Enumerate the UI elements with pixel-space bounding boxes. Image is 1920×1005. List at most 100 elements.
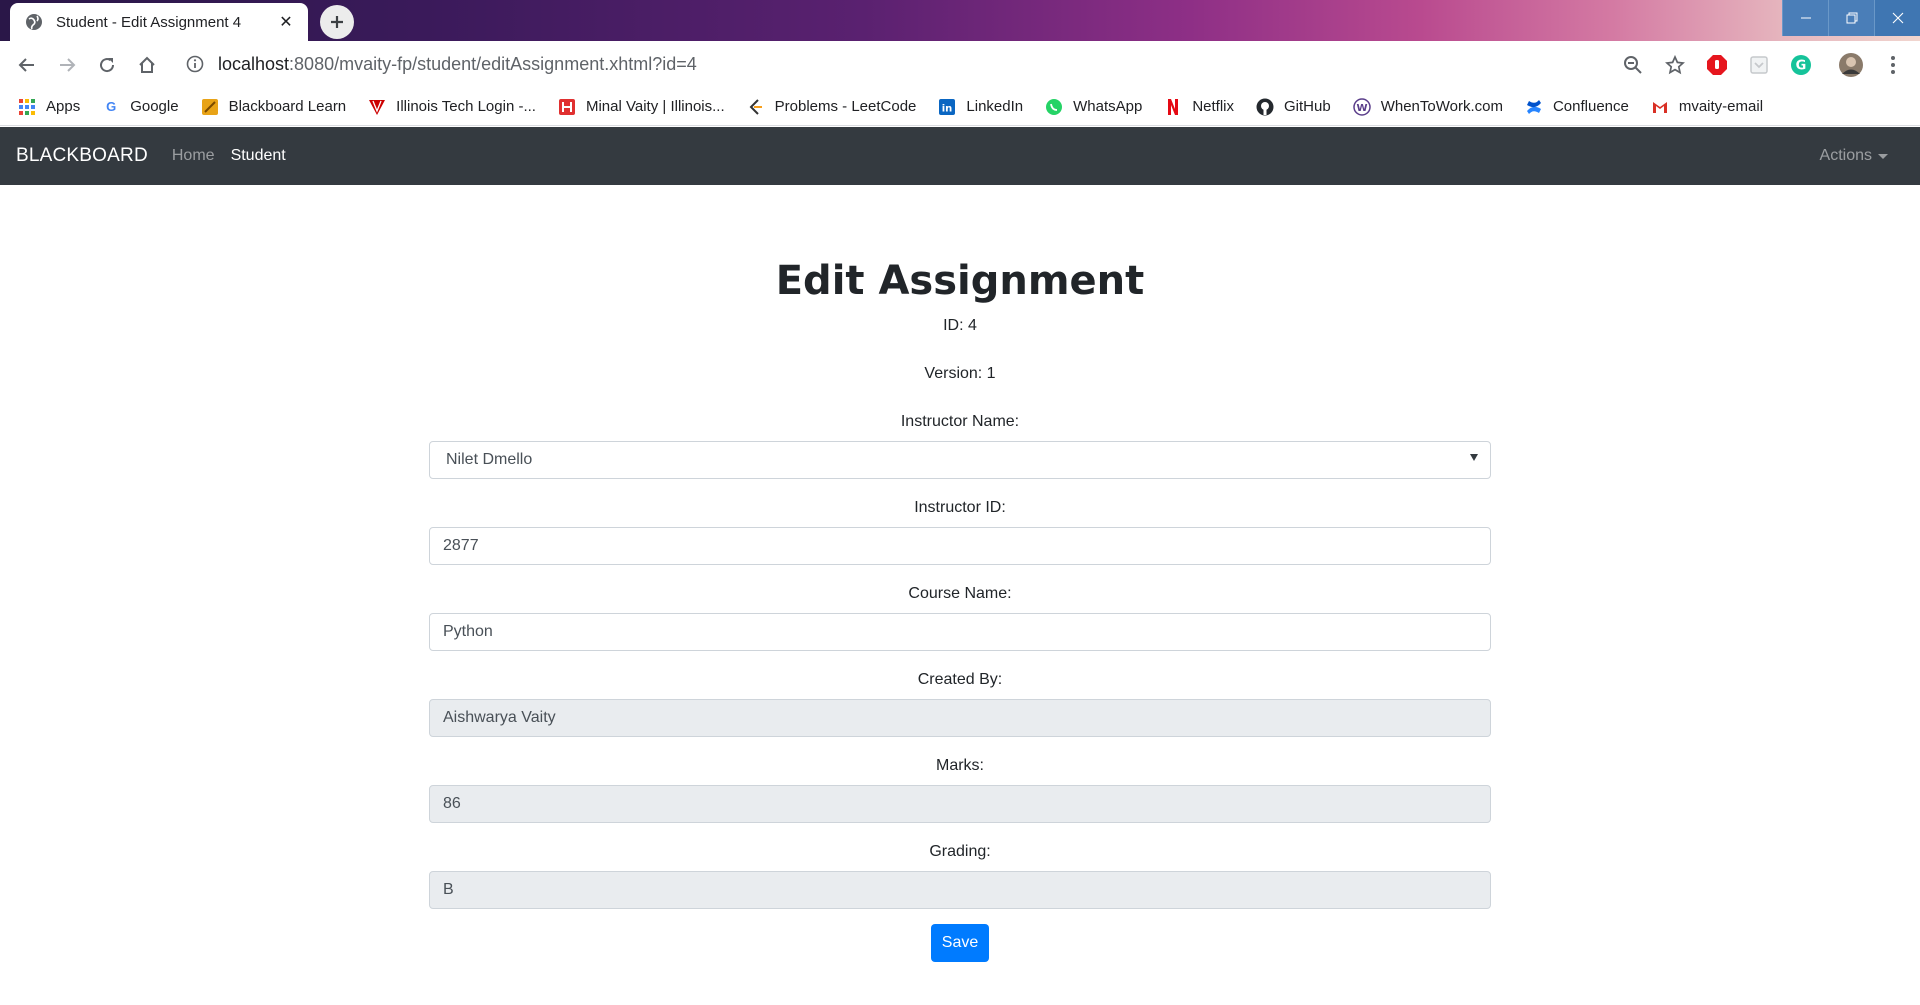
home-button[interactable] [127,45,167,85]
netflix-icon [1164,98,1182,116]
course-name-input[interactable]: Python [429,613,1491,651]
bookmark-label: WhatsApp [1073,98,1143,115]
blackboard-icon [201,98,219,116]
forward-button[interactable] [47,45,87,85]
marks-value: 86 [443,795,461,812]
avatar-icon [1839,52,1863,77]
illinois-tech-icon [368,98,386,116]
leetcode-icon [747,98,765,116]
tab-close-icon[interactable]: ✕ [276,12,296,32]
bookmark-google[interactable]: G Google [102,98,178,116]
instructor-name-label: Instructor Name: [900,413,1020,430]
svg-text:in: in [942,103,953,114]
url-host: localhost [218,53,290,74]
bookmark-whatsapp[interactable]: WhatsApp [1045,98,1142,116]
github-icon [1256,98,1274,116]
grammarly-icon: G [1791,54,1811,75]
bookmark-blackboard-learn[interactable]: Blackboard Learn [201,98,346,116]
instructor-id-input[interactable]: 2877 [429,527,1491,565]
reload-icon [100,57,115,72]
nav-student-link[interactable]: Student [231,147,286,165]
arrow-right-icon [60,57,76,72]
back-button[interactable] [7,45,47,85]
minimize-button[interactable] [1782,0,1828,36]
url-path: :8080/mvaity-fp/student/editAssignment.x… [289,53,697,74]
new-tab-button[interactable] [320,5,354,39]
adblock-extension[interactable] [1704,52,1730,78]
grading-value: B [443,881,454,898]
bookmark-star-button[interactable] [1662,52,1688,78]
star-icon [1665,54,1685,74]
arrow-left-icon [18,57,34,72]
bookmark-label: LinkedIn [966,98,1024,115]
course-name-value: Python [443,623,493,640]
globe-icon [24,12,44,32]
bookmark-illinois-tech-login[interactable]: Illinois Tech Login -... [368,98,536,116]
restore-button[interactable] [1828,0,1874,36]
pocket-extension[interactable] [1746,52,1772,78]
bookmark-label: Confluence [1552,98,1629,115]
bookmark-label: Netflix [1192,98,1234,115]
bookmark-label: GitHub [1284,98,1331,115]
assignment-id-text: ID: 4 [943,317,977,334]
bookmark-leetcode[interactable]: Problems - LeetCode [747,98,917,116]
save-button[interactable]: Save [931,924,989,962]
actions-dropdown[interactable]: Actions [1820,127,1888,185]
page-title: Edit Assignment [775,258,1145,304]
created-by-value: Aishwarya Vaity [443,709,556,726]
created-by-label: Created By: [917,671,1003,688]
instructor-id-label: Instructor ID: [914,499,1006,516]
caret-down-icon [1878,153,1888,159]
instructor-id-value: 2877 [443,537,479,554]
bookmark-mvaity-email[interactable]: mvaity-email [1651,98,1763,116]
bookmark-netflix[interactable]: Netflix [1164,98,1234,116]
whentowork-icon: W [1352,97,1371,116]
marks-label: Marks: [936,757,984,774]
course-name-label: Course Name: [908,585,1012,602]
bookmark-github[interactable]: GitHub [1256,98,1331,116]
profile-avatar[interactable] [1838,52,1864,78]
reload-button[interactable] [87,45,127,85]
info-icon[interactable] [186,55,204,73]
bookmark-apps[interactable]: Apps [18,98,80,116]
bookmark-label: WhenToWork.com [1380,98,1503,115]
nav-home-link[interactable]: Home [172,147,215,165]
bookmark-label: Minal Vaity | Illinois... [585,98,725,115]
browser-menu-button[interactable] [1880,52,1906,78]
svg-text:W: W [1356,103,1367,114]
instructor-name-selected-value: Nilet Dmello [446,451,533,468]
bookmark-handshake[interactable]: Minal Vaity | Illinois... [558,98,725,116]
brand-logo-text[interactable]: BLACKBOARD [16,145,148,167]
handshake-icon [558,98,576,116]
linkedin-icon: in [938,98,956,116]
bookmark-confluence[interactable]: Confluence [1525,98,1629,116]
bookmark-label: Problems - LeetCode [774,98,917,115]
svg-text:G: G [1796,58,1807,73]
bookmark-label: mvaity-email [1678,98,1764,115]
plus-icon [331,16,343,28]
stop-sign-icon [1707,54,1727,75]
version-text: Version: 1 [924,365,996,382]
address-bar[interactable]: localhost:8080/mvaity-fp/student/editAss… [186,50,697,78]
zoom-out-icon [1624,55,1642,74]
browser-title-bar: Student - Edit Assignment 4 ✕ [0,0,1920,41]
minimize-icon [1800,17,1811,19]
created-by-field: Aishwarya Vaity [429,699,1491,737]
marks-field: 86 [429,785,1491,823]
browser-toolbar: localhost:8080/mvaity-fp/student/editAss… [0,41,1920,88]
grading-field: B [429,871,1491,909]
bookmarks-bar: Apps G Google Blackboard Learn Illinois … [0,88,1920,126]
confluence-icon [1525,98,1543,116]
home-icon [139,56,155,73]
site-navbar: BLACKBOARD Home Student Actions [0,127,1920,185]
bookmark-linkedin[interactable]: in LinkedIn [938,98,1023,116]
apps-grid-icon [18,98,36,116]
browser-tab[interactable]: Student - Edit Assignment 4 ✕ [10,3,308,41]
toolbar-right: G [1620,41,1906,88]
close-window-button[interactable] [1874,0,1920,36]
instructor-name-select[interactable]: Nilet Dmello [429,441,1491,479]
grammarly-extension[interactable]: G [1788,52,1814,78]
google-icon: G [106,99,117,114]
zoom-button[interactable] [1620,52,1646,78]
bookmark-whentowork[interactable]: W WhenToWork.com [1352,97,1503,116]
